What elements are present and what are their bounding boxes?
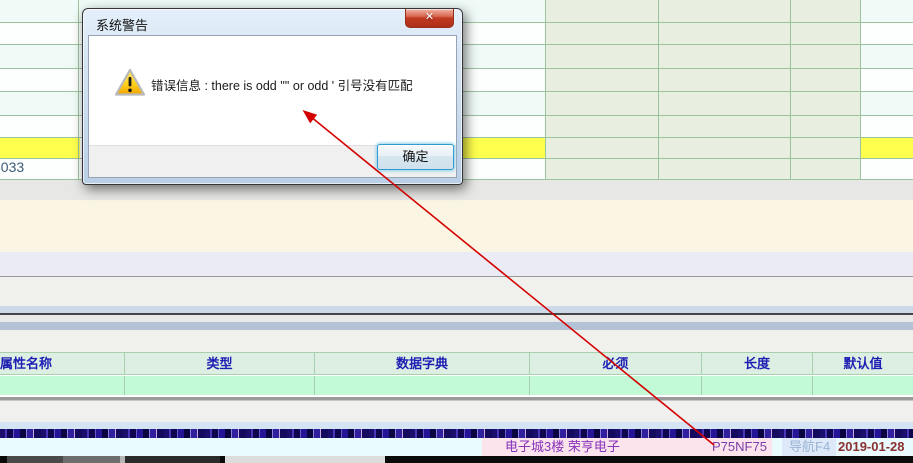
column-header-default[interactable]: 默认值 <box>813 353 913 375</box>
dialog-body: 错误信息 : there is odd '"' or odd ' 引号没有匹配 … <box>88 35 457 178</box>
column-header-dictionary[interactable]: 数据字典 <box>315 353 530 375</box>
column-header-required[interactable]: 必须 <box>530 353 702 375</box>
toolbar-band <box>0 277 913 306</box>
app-window: 8033 制单人 欧伟婷 2017-11-07 审核员 欧伟婷 2017-11-… <box>0 0 913 463</box>
ok-button[interactable]: 确定 <box>377 144 454 170</box>
toolbar-band <box>0 315 913 322</box>
toolbar-band <box>0 322 913 330</box>
empty-band <box>0 422 913 429</box>
system-warning-dialog: 系统警告 ✕ 错误信息 : there is odd '"' or odd ' … <box>82 8 463 185</box>
grid-line <box>860 0 861 180</box>
dialog-title: 系统警告 <box>96 15 148 34</box>
status-location: 电子城3楼 荣亨电子 <box>505 438 620 456</box>
texture-band <box>0 429 913 438</box>
warning-icon <box>114 68 146 98</box>
table-row-cell[interactable] <box>125 376 315 396</box>
close-icon[interactable]: ✕ <box>405 9 454 28</box>
grid-sage-panel <box>545 0 860 180</box>
toolbar-band <box>0 330 913 352</box>
taskbar-button[interactable] <box>63 456 120 463</box>
doc-info-band: 制单人 欧伟婷 2017-11-07 审核员 欧伟婷 2017-11-07 ▲ … <box>0 200 913 252</box>
status-nav-button[interactable]: 导航F4 <box>789 438 830 456</box>
grid-line <box>790 0 791 180</box>
table-row-cell[interactable] <box>530 376 702 396</box>
taskbar-button[interactable] <box>7 456 63 463</box>
column-header-attr-name[interactable]: 属性名称 <box>0 353 125 375</box>
status-code: P75NF75 <box>712 438 767 456</box>
table-row-cell[interactable] <box>813 376 913 396</box>
grid-line <box>78 0 79 180</box>
table-row-cell[interactable] <box>0 376 125 396</box>
status-date: 2019-01-28 <box>838 438 905 456</box>
column-header-length[interactable]: 长度 <box>702 353 813 375</box>
empty-band <box>0 401 913 422</box>
create-row-band: 创建=> 成本调整单 可引用 <box>0 252 913 276</box>
grid-line <box>545 0 546 180</box>
taskbar-button[interactable] <box>225 456 385 463</box>
taskbar <box>0 456 913 463</box>
table-row-cell[interactable] <box>315 376 530 396</box>
column-header-type[interactable]: 类型 <box>125 353 315 375</box>
selected-row-highlight[interactable] <box>0 137 80 158</box>
attribute-table: 属性名称 类型 数据字典 必须 长度 默认值 <box>0 352 913 395</box>
taskbar-button[interactable] <box>125 456 220 463</box>
status-bar: 电子城3楼 荣亨电子 P75NF75 导航F4 2019-01-28 <box>0 438 913 456</box>
dialog-message: 错误信息 : there is odd '"' or odd ' 引号没有匹配 <box>151 75 446 94</box>
grid-line <box>658 0 659 180</box>
selected-row-highlight[interactable] <box>463 137 545 158</box>
record-id-cell: 8033 <box>0 159 24 175</box>
toolbar-band <box>0 306 913 313</box>
table-row-cell[interactable] <box>702 376 813 396</box>
selected-row-highlight[interactable] <box>860 137 913 158</box>
